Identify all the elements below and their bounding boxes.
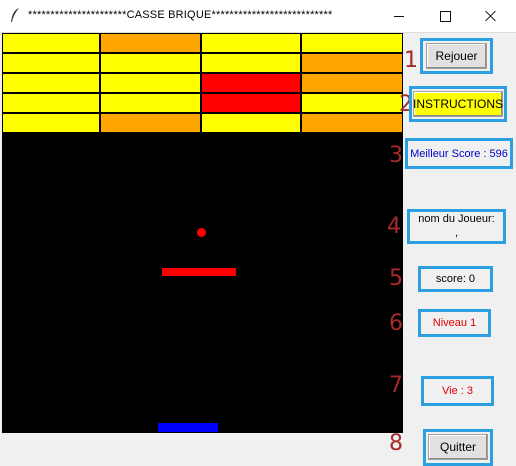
obstacle-bar	[162, 268, 236, 276]
close-button[interactable]	[468, 0, 514, 32]
number-8: 8	[389, 431, 403, 456]
brick	[100, 53, 201, 73]
brick	[2, 113, 100, 133]
number-7: 7	[389, 373, 403, 398]
player-name-label: nom du Joueur:	[418, 212, 495, 225]
brick	[201, 33, 301, 53]
close-icon	[485, 10, 497, 22]
brick	[301, 113, 403, 133]
brick	[301, 93, 403, 113]
number-5: 5	[389, 266, 403, 291]
lives-label: Vie : 3	[442, 385, 473, 397]
number-3: 3	[389, 143, 403, 168]
brick	[2, 53, 100, 73]
ball	[197, 228, 206, 237]
maximize-icon	[439, 10, 451, 22]
brick	[2, 93, 100, 113]
brick	[2, 73, 100, 93]
title-bar: **********************CASSE BRIQUE******…	[0, 0, 516, 33]
player-name-value: ,	[454, 227, 459, 239]
number-6: 6	[389, 311, 403, 336]
brick	[2, 33, 100, 53]
level-label: Niveau 1	[432, 317, 477, 329]
brick	[100, 33, 201, 53]
best-score-label: Meilleur Score : 596	[410, 147, 508, 160]
instructions-button[interactable]: INSTRUCTIONS	[413, 91, 503, 117]
game-canvas[interactable]	[2, 33, 403, 433]
brick	[201, 53, 301, 73]
score-label: score: 0	[435, 273, 476, 285]
brick	[100, 93, 201, 113]
replay-button[interactable]: Rejouer	[426, 43, 487, 69]
brick	[201, 73, 301, 93]
paddle[interactable]	[158, 423, 218, 432]
brick	[301, 53, 403, 73]
brick	[100, 113, 201, 133]
window-title: **********************CASSE BRIQUE******…	[28, 9, 333, 21]
number-4: 4	[387, 214, 401, 239]
brick	[301, 33, 403, 53]
number-1: 1	[404, 48, 418, 73]
minimize-button[interactable]	[376, 0, 422, 32]
quit-button[interactable]: Quitter	[428, 434, 488, 460]
brick	[201, 93, 301, 113]
brick	[201, 113, 301, 133]
maximize-button[interactable]	[422, 0, 468, 32]
brick	[301, 73, 403, 93]
brick	[100, 73, 201, 93]
feather-icon	[11, 8, 19, 22]
minimize-icon	[394, 15, 404, 17]
